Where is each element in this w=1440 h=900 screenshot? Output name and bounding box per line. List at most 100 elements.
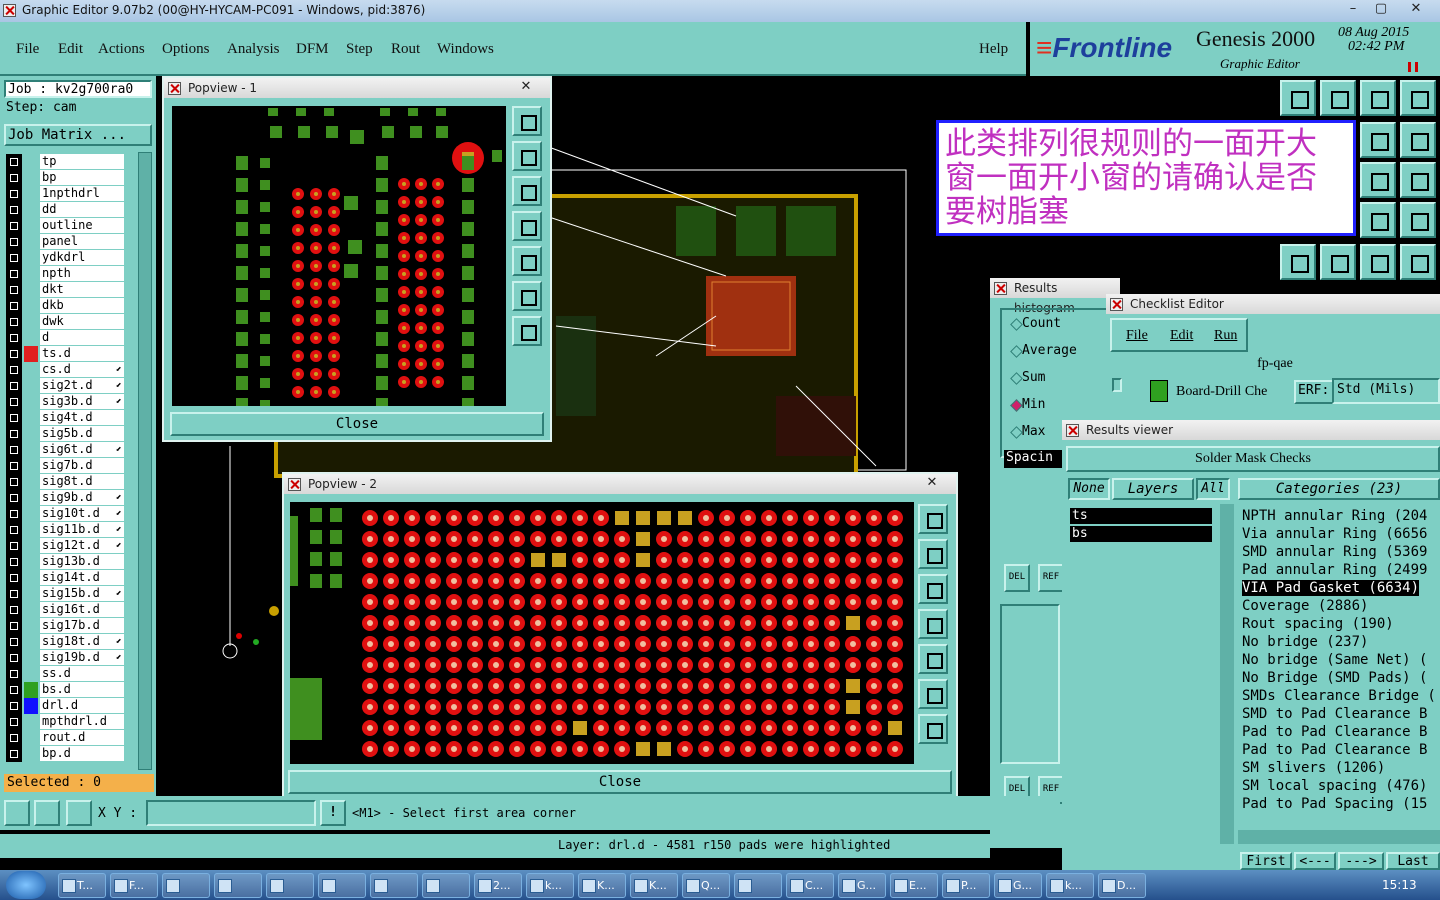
taskbar-app-button[interactable]: P... [942, 873, 990, 898]
histogram-del-button[interactable]: DEL [1004, 564, 1030, 592]
category-item[interactable]: Pad to Pad Spacing (15 [1242, 796, 1427, 812]
layer-color-swatch[interactable] [24, 538, 38, 554]
taskbar-app-button[interactable]: G... [838, 873, 886, 898]
taskbar-app-button[interactable]: F... [110, 873, 158, 898]
layer-color-swatch[interactable] [24, 522, 38, 538]
menu-file[interactable]: File [16, 41, 39, 58]
layer-color-swatch[interactable] [24, 570, 38, 586]
taskbar-app-button[interactable]: G... [994, 873, 1042, 898]
toolbar-draw-icon[interactable] [1320, 244, 1356, 280]
layer-row[interactable]: sig8t.d [6, 474, 124, 490]
category-item[interactable]: No Bridge (SMD Pads) ( [1242, 670, 1427, 686]
layer-checkbox[interactable] [6, 346, 22, 362]
taskbar-app-button[interactable]: k... [526, 873, 574, 898]
layer-color-swatch[interactable] [24, 730, 38, 746]
results-layer-ts[interactable]: ts [1070, 508, 1212, 524]
layer-color-swatch[interactable] [24, 474, 38, 490]
checklist-units[interactable]: Std (Mils) [1332, 378, 1440, 404]
results-prev-button[interactable]: <--- [1294, 852, 1336, 870]
menu-dfm[interactable]: DFM [296, 41, 329, 58]
radio-average[interactable]: Average [1010, 343, 1077, 358]
layer-color-swatch[interactable] [24, 698, 38, 714]
taskbar-app-button[interactable]: E... [890, 873, 938, 898]
taskbar-app-button[interactable]: Q... [682, 873, 730, 898]
layer-checkbox[interactable] [6, 506, 22, 522]
popview-zoom-out-icon[interactable] [512, 316, 542, 346]
layer-checkbox[interactable] [6, 522, 22, 538]
popview-1-close-button[interactable]: Close [170, 412, 544, 436]
taskbar-app-button[interactable] [370, 873, 418, 898]
layer-color-swatch[interactable] [24, 378, 38, 394]
job-matrix-button[interactable]: Job Matrix ... [4, 124, 152, 146]
layer-row[interactable]: dkt [6, 282, 124, 298]
layer-color-swatch[interactable] [24, 650, 38, 666]
popview-pan-right-icon[interactable] [512, 246, 542, 276]
popview-zoom-home-icon[interactable] [918, 504, 948, 534]
radio-count[interactable]: Count [1010, 316, 1061, 331]
layer-row[interactable]: sig10t.d ⬋ [6, 506, 124, 522]
layer-color-swatch[interactable] [24, 282, 38, 298]
layer-row[interactable]: sig6t.d ⬋ [6, 442, 124, 458]
start-button-icon[interactable] [6, 871, 46, 899]
popview-1-close-x[interactable]: ✕ [506, 80, 546, 96]
layer-row[interactable]: tp [6, 154, 124, 170]
category-item[interactable]: No bridge (Same Net) ( [1242, 652, 1427, 668]
layer-checkbox[interactable] [6, 458, 22, 474]
checklist-item-checkbox[interactable] [1112, 378, 1122, 392]
layer-row[interactable]: sig5b.d [6, 426, 124, 442]
layer-color-swatch[interactable] [24, 314, 38, 330]
layer-checkbox[interactable] [6, 154, 22, 170]
layer-color-swatch[interactable] [24, 554, 38, 570]
toolbar-measure-icon[interactable] [1360, 202, 1396, 238]
radio-sum[interactable]: Sum [1010, 370, 1045, 385]
layer-row[interactable]: mpthdrl.d [6, 714, 124, 730]
layer-checkbox[interactable] [6, 170, 22, 186]
checklist-menu-edit[interactable]: Edit [1170, 328, 1193, 344]
taskbar-app-button[interactable] [422, 873, 470, 898]
menu-step[interactable]: Step [346, 41, 373, 58]
category-item[interactable]: Pad annular Ring (2499 [1242, 562, 1427, 578]
layer-row[interactable]: sig4t.d [6, 410, 124, 426]
minimize-button[interactable]: – [1338, 0, 1368, 18]
toolbar-measure2-icon[interactable] [1400, 202, 1436, 238]
layer-row[interactable]: outline [6, 218, 124, 234]
layer-color-swatch[interactable] [24, 746, 38, 762]
layer-row[interactable]: ts.d [6, 346, 124, 362]
layer-checkbox[interactable] [6, 538, 22, 554]
layer-checkbox[interactable] [6, 442, 22, 458]
layer-checkbox[interactable] [6, 186, 22, 202]
taskbar-app-button[interactable]: 2... [474, 873, 522, 898]
toolbar-scale-icon[interactable] [1360, 162, 1396, 198]
layer-row[interactable]: 1npthdrl [6, 186, 124, 202]
layer-color-swatch[interactable] [24, 218, 38, 234]
layer-row[interactable]: sig18t.d ⬋ [6, 634, 124, 650]
checklist-erf-button[interactable]: ERF: [1294, 380, 1334, 404]
taskbar-app-button[interactable] [214, 873, 262, 898]
popview-1-canvas[interactable] [172, 106, 506, 406]
xy-input[interactable] [146, 800, 316, 826]
popview-zoom-home-icon[interactable] [512, 106, 542, 136]
grid-icon[interactable] [66, 800, 92, 826]
toolbar-help-icon[interactable] [1400, 162, 1436, 198]
toolbar-record-icon[interactable] [1400, 244, 1436, 280]
layer-color-swatch[interactable] [24, 506, 38, 522]
layer-checkbox[interactable] [6, 282, 22, 298]
layer-checkbox[interactable] [6, 298, 22, 314]
results-first-button[interactable]: First [1240, 852, 1292, 870]
category-item[interactable]: SM slivers (1206) [1242, 760, 1385, 776]
layer-color-swatch[interactable] [24, 602, 38, 618]
layer-row[interactable]: bs.d [6, 682, 124, 698]
layer-row[interactable]: panel [6, 234, 124, 250]
zoom-area-icon[interactable] [4, 800, 30, 826]
layer-checkbox[interactable] [6, 362, 22, 378]
layer-row[interactable]: sig17b.d [6, 618, 124, 634]
results-none-button[interactable]: None [1068, 478, 1110, 500]
layer-row[interactable]: sig12t.d ⬋ [6, 538, 124, 554]
taskbar-app-button[interactable]: D... [1098, 873, 1146, 898]
layer-color-swatch[interactable] [24, 410, 38, 426]
layer-row[interactable]: dd [6, 202, 124, 218]
layer-checkbox[interactable] [6, 426, 22, 442]
popview-2-close-button[interactable]: Close [288, 770, 952, 794]
layer-checkbox[interactable] [6, 410, 22, 426]
category-item[interactable]: VIA Pad Gasket (6634) [1242, 580, 1420, 596]
